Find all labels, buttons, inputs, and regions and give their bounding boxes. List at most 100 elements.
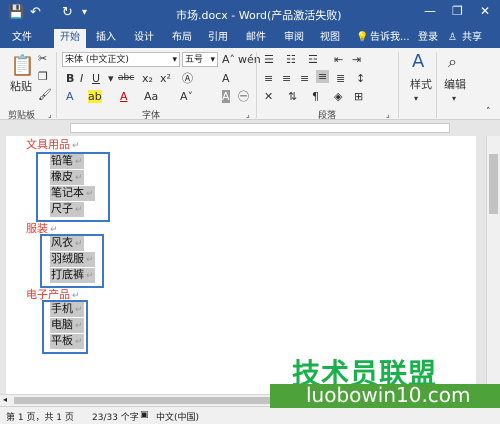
copy-icon[interactable]: ❐ <box>38 70 48 83</box>
shading-icon[interactable]: ◈ <box>334 90 342 103</box>
separator <box>398 52 399 118</box>
tab-review[interactable]: 审阅 <box>284 31 304 45</box>
ribbon: 📋 粘贴 ✂ ❐ 🖌 剪贴板 ⌟ 宋体 (中文正文) ▾ 五号 ▾ A˄ wén… <box>0 48 500 121</box>
character-border-icon[interactable]: A <box>222 90 230 103</box>
borders-icon[interactable]: ⊞ <box>354 90 363 103</box>
character-shading-icon[interactable]: A <box>222 72 230 85</box>
status-bar: 第 1 页，共 1 页 23/33 个字 ▣ 中文(中国) <box>0 406 500 424</box>
separator <box>256 52 257 118</box>
enclose-characters-icon[interactable]: ㊀ <box>238 90 249 103</box>
numbering-icon[interactable]: ☷ <box>286 53 296 66</box>
format-painter-icon[interactable]: 🖌 <box>38 88 52 101</box>
distributed-icon[interactable]: ≣ <box>336 72 345 85</box>
watermark-url: luobowin10.com <box>270 384 500 408</box>
list-item[interactable]: 铅笔 ↵ <box>50 154 84 169</box>
styles-icon[interactable]: A <box>412 52 424 72</box>
separator <box>56 52 57 118</box>
align-left-icon[interactable]: ≡ <box>264 72 273 85</box>
italic-icon[interactable]: I <box>80 72 83 85</box>
line-spacing-icon[interactable]: ↕ <box>356 72 365 85</box>
superscript-icon[interactable]: x² <box>160 72 171 85</box>
bullets-icon[interactable]: ☰ <box>264 53 274 66</box>
decrease-indent-icon[interactable]: ⇤ <box>334 53 343 66</box>
tab-layout[interactable]: 布局 <box>172 31 192 45</box>
chevron-down-icon: ▾ <box>210 55 215 65</box>
customize-quick-access-icon[interactable]: ▾ <box>82 5 87 21</box>
paste-icon[interactable]: 📋 <box>10 54 35 76</box>
list-item[interactable]: 橡皮 ↵ <box>50 170 84 185</box>
redo-icon[interactable]: ↻ <box>62 5 73 21</box>
tab-mailings[interactable]: 邮件 <box>246 31 266 45</box>
undo-icon[interactable]: ↶ <box>30 5 41 21</box>
scroll-thumb[interactable] <box>14 397 274 404</box>
tab-home[interactable]: 开始 <box>54 29 86 48</box>
lightbulb-icon: 💡 <box>356 32 369 43</box>
highlight-icon[interactable]: ab <box>88 90 102 103</box>
list-item[interactable]: 笔记本 ↵ <box>50 186 95 201</box>
tab-view[interactable]: 视图 <box>320 31 340 45</box>
paste-label[interactable]: 粘贴 <box>10 80 32 93</box>
phonetic-guide-icon[interactable]: wén <box>238 53 261 66</box>
underline-icon[interactable]: U <box>92 72 100 85</box>
align-right-icon[interactable]: ≡ <box>300 72 309 85</box>
list-item[interactable]: 平板 ↵ <box>50 334 84 349</box>
ruler[interactable] <box>0 120 500 136</box>
chevron-down-icon[interactable]: ▾ <box>452 92 456 105</box>
align-center-icon[interactable]: ≡ <box>282 72 291 85</box>
change-case-icon[interactable]: Aa <box>144 90 158 103</box>
save-icon[interactable]: 💾 <box>8 5 24 21</box>
list-item[interactable]: 手机 ↵ <box>50 302 84 317</box>
list-item[interactable]: 风衣 ↵ <box>50 236 84 251</box>
subscript-icon[interactable]: x₂ <box>142 72 153 85</box>
share-button[interactable]: 共享 <box>462 31 482 45</box>
tab-file[interactable]: 文件 <box>12 31 32 45</box>
grow-font-icon[interactable]: A˄ <box>222 53 235 66</box>
separator <box>436 52 437 118</box>
tell-me-box[interactable]: 告诉我... <box>370 31 410 45</box>
list-item[interactable]: 电脑 ↵ <box>50 318 84 333</box>
font-color-icon[interactable]: A <box>120 90 128 103</box>
login-link[interactable]: 登录 <box>418 31 438 45</box>
minimize-button[interactable]: — <box>424 4 436 18</box>
restore-button[interactable]: ❐ <box>452 4 463 18</box>
title-bar: 💾 ↶ ↻ ▾ 市场.docx - Word(产品激活失败) — ❐ ✕ <box>0 0 500 28</box>
ruler-strip[interactable] <box>70 123 450 133</box>
chevron-down-icon[interactable]: ▾ <box>414 92 418 105</box>
window-title: 市场.docx - Word(产品激活失败) <box>176 9 342 22</box>
clear-format-icon[interactable]: Ⓐ <box>182 72 193 85</box>
tab-design[interactable]: 设计 <box>134 31 154 45</box>
increase-indent-icon[interactable]: ⇥ <box>352 53 361 66</box>
heading-stationery[interactable]: 文具用品 ↵ <box>26 136 80 152</box>
font-size-value: 五号 <box>185 55 204 65</box>
list-item[interactable]: 尺子 ↵ <box>50 202 84 217</box>
shrink-font-icon[interactable]: A˅ <box>180 90 193 103</box>
multilevel-list-icon[interactable]: ☲ <box>308 53 318 66</box>
proofing-icon[interactable]: ▣ <box>140 410 149 420</box>
word-count[interactable]: 23/33 个字 <box>92 410 139 423</box>
tab-insert[interactable]: 插入 <box>96 31 116 45</box>
bold-icon[interactable]: B <box>66 72 74 85</box>
strikethrough-icon[interactable]: abc <box>118 72 134 85</box>
font-size-select[interactable]: 五号 ▾ <box>182 52 218 67</box>
search-icon[interactable]: ⌕ <box>448 52 457 72</box>
justify-icon[interactable]: ≡ <box>316 70 330 83</box>
list-item[interactable]: 羽绒服 ↵ <box>50 252 95 267</box>
collapse-ribbon-icon[interactable]: ˄ <box>486 106 491 119</box>
list-item[interactable]: 打底裤 ↵ <box>50 268 95 283</box>
chevron-down-icon[interactable]: ▾ <box>108 72 114 85</box>
cut-icon[interactable]: ✂ <box>38 52 47 65</box>
close-button[interactable]: ✕ <box>480 4 490 18</box>
text-effects-icon[interactable]: A <box>66 90 74 103</box>
page-count[interactable]: 第 1 页，共 1 页 <box>6 410 74 423</box>
font-name-select[interactable]: 宋体 (中文正文) ▾ <box>62 52 180 67</box>
styles-button[interactable]: 样式 <box>410 78 432 91</box>
sort-icon[interactable]: ⇅ <box>288 90 297 103</box>
language-status[interactable]: 中文(中国) <box>156 410 199 423</box>
show-marks-icon[interactable]: ¶ <box>312 90 319 103</box>
tab-references[interactable]: 引用 <box>208 31 228 45</box>
vertical-scrollbar[interactable] <box>486 136 500 394</box>
scroll-left-icon[interactable]: ◂ <box>3 395 7 404</box>
scroll-thumb[interactable] <box>489 154 498 214</box>
editing-button[interactable]: 编辑 <box>444 78 466 91</box>
chinese-layout-icon[interactable]: ✕ <box>264 90 273 103</box>
